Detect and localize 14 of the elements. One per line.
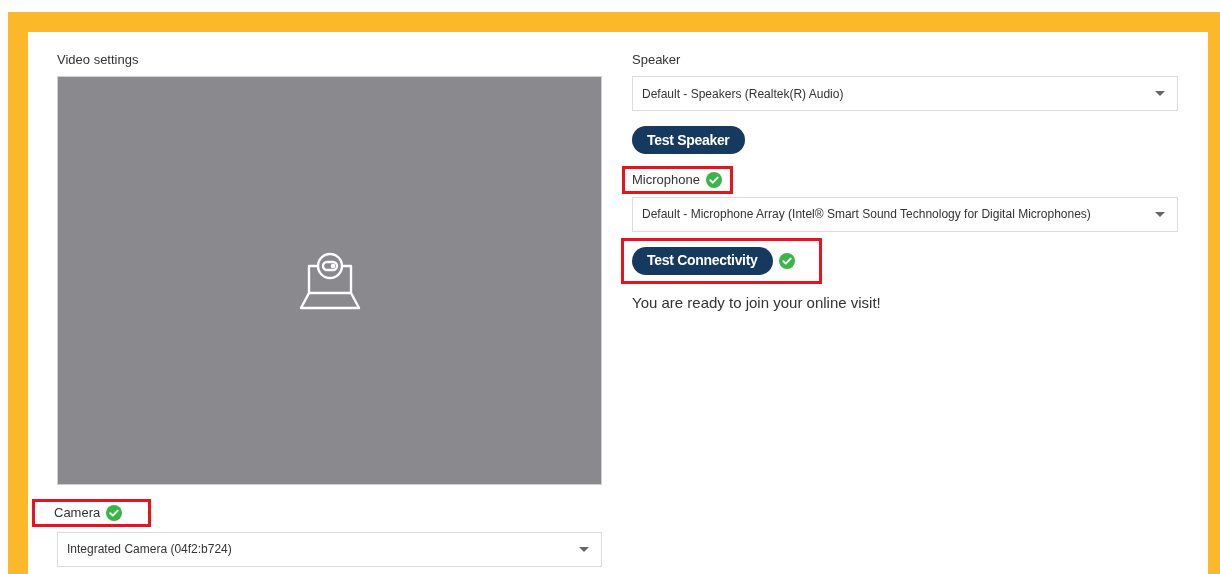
test-button[interactable]: Test Connectivity (632, 246, 773, 275)
status-message: You are ready to join your online visit! (632, 292, 882, 313)
section-title: Video settings (57, 51, 140, 68)
dropdown-select[interactable]: Default - Microphone Array (Intel® Smart Sound Technology for Digital Microphones) (632, 196, 1178, 232)
test-button[interactable]: Test Speaker (632, 126, 745, 154)
field-label: Microphone (632, 171, 700, 189)
caret-icon (1155, 211, 1165, 217)
field-label: Camera (54, 504, 101, 522)
webcam-laptop-icon (298, 251, 361, 310)
caret-icon (579, 546, 589, 552)
field-label: Speaker (632, 51, 682, 68)
caret-icon (1155, 91, 1165, 96)
dropdown-select[interactable]: Default - Speakers (Realtek(R) Audio) (632, 76, 1178, 111)
dropdown-select[interactable]: Integrated Camera (04f2:b724) (57, 531, 602, 567)
